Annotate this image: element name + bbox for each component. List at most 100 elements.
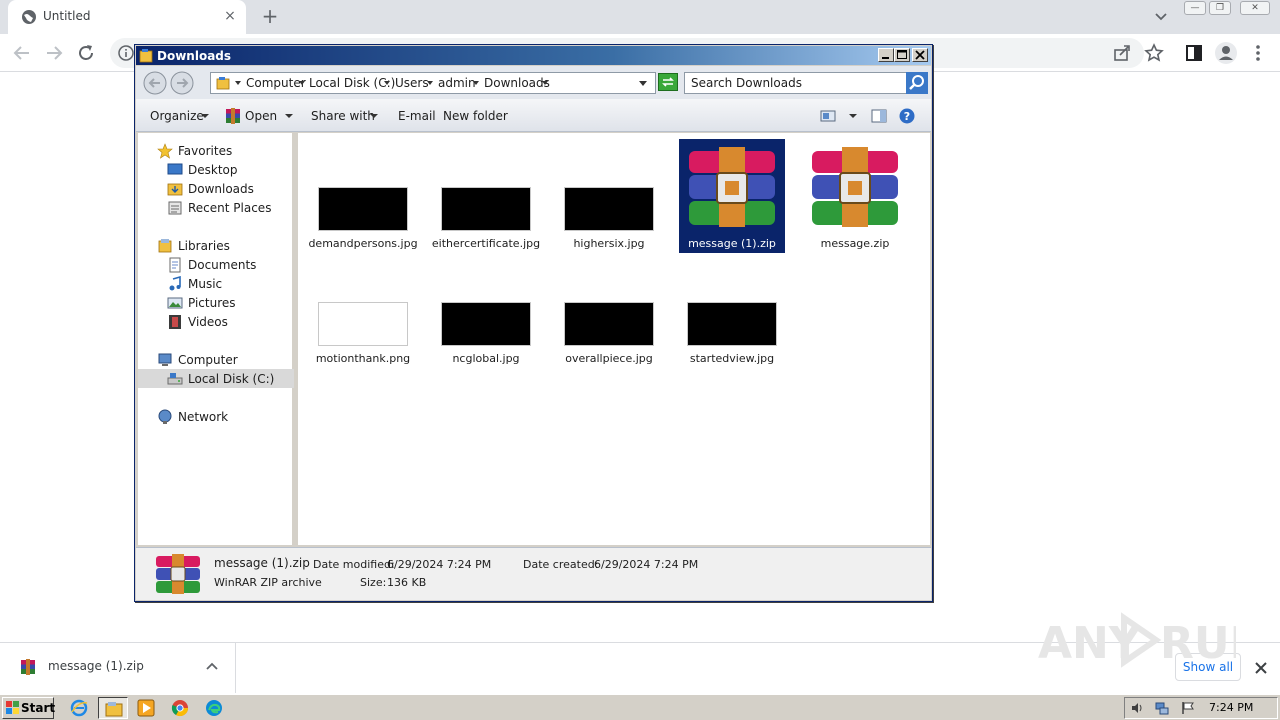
search-icon[interactable] bbox=[906, 72, 928, 94]
nav-computer[interactable]: Computer bbox=[178, 353, 238, 367]
profile-avatar-icon[interactable] bbox=[1214, 41, 1238, 65]
side-panel-icon[interactable] bbox=[1182, 41, 1206, 65]
file-item-selected[interactable]: message (1).zip bbox=[679, 139, 785, 253]
nav-documents[interactable]: Documents bbox=[188, 258, 256, 272]
open-button[interactable]: Open bbox=[245, 109, 277, 123]
tab-close-icon[interactable]: × bbox=[222, 8, 238, 24]
email-button[interactable]: E-mail bbox=[398, 109, 436, 123]
nav-downloads[interactable]: Downloads bbox=[188, 182, 254, 196]
change-view-icon[interactable] bbox=[820, 108, 836, 124]
image-thumbnail bbox=[564, 187, 654, 231]
local-disk-icon bbox=[167, 373, 183, 385]
nav-local-disk[interactable]: Local Disk (C:) bbox=[188, 372, 274, 386]
nav-music[interactable]: Music bbox=[188, 277, 222, 291]
restore-window-button[interactable]: ❐ bbox=[1209, 1, 1231, 15]
explorer-maximize-button[interactable] bbox=[894, 48, 910, 62]
nav-libraries[interactable]: Libraries bbox=[178, 239, 230, 253]
bookmark-star-icon[interactable] bbox=[1142, 41, 1166, 65]
details-pane: message (1).zip WinRAR ZIP archive Date … bbox=[136, 547, 931, 600]
chevron-up-icon[interactable] bbox=[204, 659, 220, 675]
star-icon bbox=[157, 143, 173, 159]
close-window-button[interactable]: ✕ bbox=[1240, 1, 1270, 15]
reload-icon[interactable] bbox=[74, 41, 98, 65]
preview-pane-icon[interactable] bbox=[871, 108, 887, 124]
file-item[interactable]: message.zip bbox=[802, 139, 908, 253]
menu-kebab-icon[interactable] bbox=[1246, 41, 1270, 65]
nav-network[interactable]: Network bbox=[178, 410, 228, 424]
forward-arrow-icon[interactable] bbox=[42, 41, 66, 65]
chrome-icon[interactable] bbox=[171, 699, 189, 717]
breadcrumb[interactable]: Computer Local Disk (C:) Users admin Dow… bbox=[210, 72, 656, 94]
nav-pictures[interactable]: Pictures bbox=[188, 296, 236, 310]
back-arrow-icon[interactable] bbox=[10, 41, 34, 65]
explorer-close-button[interactable] bbox=[912, 48, 928, 62]
back-forward-buttons[interactable] bbox=[142, 70, 200, 96]
file-item[interactable]: motionthank.png bbox=[310, 254, 416, 368]
breadcrumb-admin[interactable]: admin bbox=[438, 76, 476, 90]
breadcrumb-downloads[interactable]: Downloads bbox=[484, 76, 550, 90]
edge-icon[interactable] bbox=[205, 699, 223, 717]
file-item[interactable]: eithercertificate.jpg bbox=[432, 139, 540, 253]
new-folder-button[interactable]: New folder bbox=[443, 109, 508, 123]
explorer-taskbar-button[interactable] bbox=[98, 697, 128, 719]
details-size-label: Size: bbox=[360, 576, 387, 589]
internet-explorer-icon[interactable] bbox=[70, 699, 88, 717]
open-dropdown-icon[interactable] bbox=[285, 114, 293, 118]
windows-flag-icon bbox=[6, 701, 19, 714]
network-status-icon[interactable] bbox=[1155, 701, 1169, 715]
share-with-button[interactable]: Share with bbox=[311, 109, 375, 123]
breadcrumb-separator-icon[interactable] bbox=[384, 81, 390, 85]
tab-search-chevron-icon[interactable] bbox=[1151, 6, 1171, 26]
details-date-created: 6/29/2024 7:24 PM bbox=[594, 558, 699, 571]
nav-recent-places[interactable]: Recent Places bbox=[188, 201, 271, 215]
nav-favorites[interactable]: Favorites bbox=[178, 144, 232, 158]
file-item[interactable]: highersix.jpg bbox=[556, 139, 662, 253]
view-options-dropdown-icon[interactable] bbox=[849, 114, 857, 118]
help-icon[interactable]: ? bbox=[899, 108, 915, 124]
file-item[interactable]: ncglobal.jpg bbox=[433, 254, 539, 368]
explorer-minimize-button[interactable] bbox=[878, 48, 894, 62]
file-item[interactable]: overallpiece.jpg bbox=[556, 254, 662, 368]
start-button[interactable]: Start bbox=[2, 697, 55, 719]
download-item[interactable]: message (1).zip bbox=[0, 643, 236, 693]
breadcrumb-computer[interactable]: Computer bbox=[246, 76, 306, 90]
download-filename: message (1).zip bbox=[48, 659, 144, 673]
breadcrumb-local-disk[interactable]: Local Disk (C:) bbox=[309, 76, 395, 90]
nav-videos[interactable]: Videos bbox=[188, 315, 228, 329]
close-shelf-icon[interactable] bbox=[1252, 659, 1270, 677]
breadcrumb-separator-icon[interactable] bbox=[473, 81, 479, 85]
winrar-archive-icon bbox=[21, 659, 35, 675]
media-player-icon[interactable] bbox=[137, 699, 155, 717]
breadcrumb-separator-icon[interactable] bbox=[427, 81, 433, 85]
organize-dropdown-icon[interactable] bbox=[201, 114, 209, 118]
breadcrumb-separator-icon[interactable] bbox=[299, 81, 305, 85]
desktop-icon bbox=[167, 163, 183, 175]
details-file-name: message (1).zip bbox=[214, 556, 310, 570]
address-history-dropdown-icon[interactable] bbox=[639, 81, 647, 86]
search-input[interactable]: Search Downloads bbox=[684, 72, 928, 94]
browser-tab[interactable]: Untitled × bbox=[8, 0, 246, 34]
taskbar: Start 7:24 PM bbox=[0, 694, 1280, 720]
breadcrumb-separator-icon[interactable] bbox=[542, 81, 548, 85]
share-with-dropdown-icon[interactable] bbox=[370, 114, 378, 118]
clock[interactable]: 7:24 PM bbox=[1209, 701, 1253, 714]
organize-button[interactable]: Organize bbox=[150, 109, 204, 123]
file-item[interactable]: demandpersons.jpg bbox=[308, 139, 418, 253]
refresh-icon[interactable] bbox=[658, 73, 678, 91]
share-icon[interactable] bbox=[1110, 41, 1134, 65]
new-tab-button[interactable]: + bbox=[259, 5, 281, 27]
details-date-modified-label: Date modified: bbox=[313, 558, 395, 571]
anyrun-watermark-logo: ANY RUN bbox=[1038, 612, 1236, 669]
action-center-flag-icon[interactable] bbox=[1181, 701, 1195, 715]
minimize-window-button[interactable]: — bbox=[1184, 1, 1206, 15]
breadcrumb-users[interactable]: Users bbox=[395, 76, 429, 90]
info-icon[interactable] bbox=[118, 45, 134, 61]
breadcrumb-separator-icon[interactable] bbox=[235, 81, 241, 85]
explorer-titlebar[interactable]: Downloads bbox=[136, 46, 931, 65]
details-size: 136 KB bbox=[387, 576, 427, 589]
file-item[interactable]: startedview.jpg bbox=[679, 254, 785, 368]
image-thumbnail bbox=[687, 302, 777, 346]
volume-icon[interactable] bbox=[1130, 701, 1144, 715]
nav-desktop[interactable]: Desktop bbox=[188, 163, 238, 177]
videos-icon bbox=[169, 315, 181, 329]
